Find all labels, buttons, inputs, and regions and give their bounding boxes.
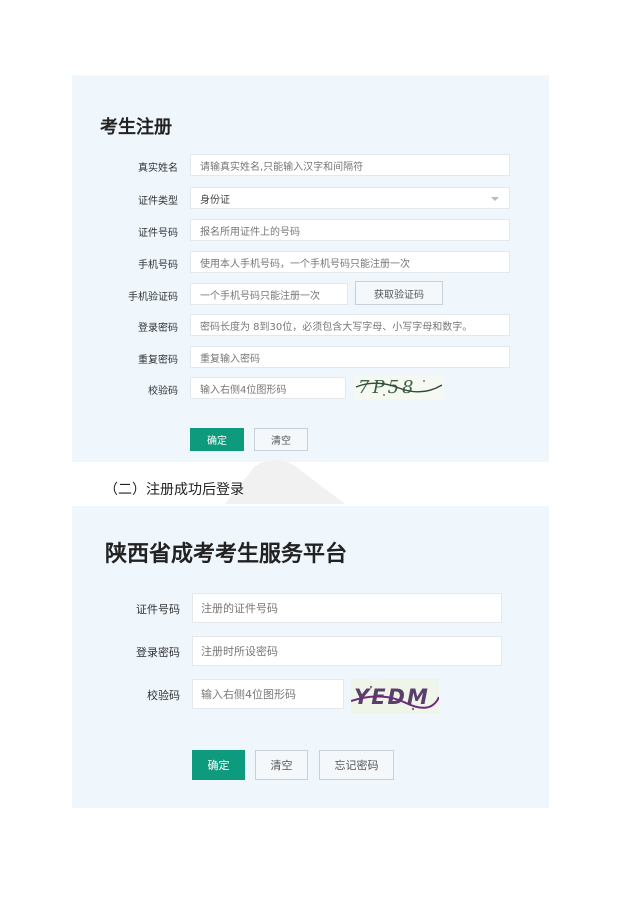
chevron-down-icon — [491, 197, 499, 201]
captcha-label: 校验码 — [148, 386, 178, 397]
phone-label: 手机号码 — [138, 260, 178, 271]
id-type-select[interactable]: 身份证 — [190, 187, 510, 209]
login-id-input[interactable]: 注册的证件号码 — [192, 593, 502, 623]
login-confirm-button[interactable]: 确定 — [192, 750, 245, 780]
registration-panel: 考生注册 真实姓名 请输真实姓名,只能输入汉字和间隔符 证件类型 身份证 证件号… — [72, 75, 549, 462]
captcha-text: 7P58 — [358, 377, 416, 398]
real-name-label: 真实姓名 — [138, 163, 178, 174]
repeat-password-label: 重复密码 — [138, 355, 178, 366]
login-title: 陕西省成考考生服务平台 — [105, 542, 348, 567]
password-label: 登录密码 — [138, 323, 178, 334]
login-captcha-image[interactable]: YEDM — [351, 679, 439, 713]
register-confirm-button[interactable]: 确定 — [190, 428, 244, 451]
section-caption: （二）注册成功后登录 — [104, 482, 244, 498]
id-type-label: 证件类型 — [138, 196, 178, 207]
repeat-password-input[interactable]: 重复输入密码 — [190, 346, 510, 368]
login-password-label: 登录密码 — [136, 646, 180, 659]
register-clear-button[interactable]: 清空 — [254, 428, 308, 451]
id-number-label: 证件号码 — [138, 228, 178, 239]
id-number-input[interactable]: 报名所用证件上的号码 — [190, 219, 510, 241]
captcha-image[interactable]: 7P58 — [354, 375, 444, 399]
get-code-button[interactable]: 获取验证码 — [355, 281, 443, 305]
login-captcha-label: 校验码 — [147, 689, 180, 702]
sms-code-input[interactable]: 一个手机号码只能注册一次 — [190, 283, 348, 305]
login-captcha-input[interactable]: 输入右侧4位图形码 — [192, 679, 344, 709]
forgot-password-button[interactable]: 忘记密码 — [319, 750, 394, 780]
sms-code-label: 手机验证码 — [128, 292, 178, 303]
login-clear-button[interactable]: 清空 — [255, 750, 308, 780]
captcha-input[interactable]: 输入右侧4位图形码 — [190, 377, 346, 399]
registration-title: 考生注册 — [100, 117, 172, 138]
login-password-input[interactable]: 注册时所设密码 — [192, 636, 502, 666]
login-panel: 陕西省成考考生服务平台 证件号码 注册的证件号码 登录密码 注册时所设密码 校验… — [72, 506, 549, 808]
password-input[interactable]: 密码长度为 8到30位，必须包含大写字母、小写字母和数字。 — [190, 314, 510, 336]
phone-input[interactable]: 使用本人手机号码，一个手机号码只能注册一次 — [190, 251, 510, 273]
id-type-value: 身份证 — [200, 194, 230, 206]
login-id-label: 证件号码 — [136, 603, 180, 616]
real-name-input[interactable]: 请输真实姓名,只能输入汉字和间隔符 — [190, 154, 510, 176]
